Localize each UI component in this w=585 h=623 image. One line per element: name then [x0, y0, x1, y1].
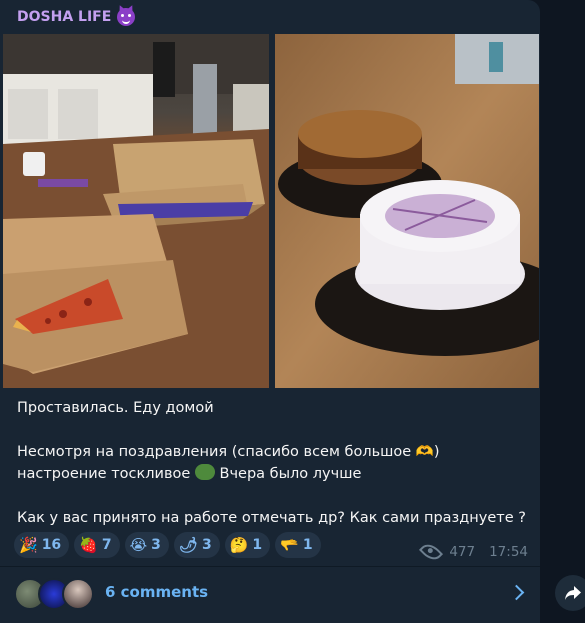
- strawberry-icon: 🍓: [79, 535, 98, 554]
- avatar: [62, 578, 94, 610]
- message-line: Вчера было лучше: [219, 466, 362, 482]
- message-line: Несмотря на поздравления (спасибо всем б…: [17, 444, 440, 460]
- reaction-thinking[interactable]: 🤔 1: [224, 532, 271, 558]
- comments-link[interactable]: 6 comments: [105, 583, 208, 601]
- commenter-avatars: [14, 578, 98, 610]
- message-line: настроение тоскливое: [17, 466, 191, 482]
- party-popper-icon: 🎉: [19, 535, 38, 554]
- cakes-photo-art: [275, 34, 539, 388]
- pizza-photo[interactable]: [3, 34, 269, 388]
- crying-face-icon: 😭: [129, 535, 148, 554]
- thinking-face-icon: 🤔: [229, 535, 249, 554]
- share-button[interactable]: [555, 575, 585, 611]
- chevron-right-icon: [508, 584, 525, 601]
- message-line: Проставилась. Еду домой: [17, 400, 214, 416]
- message-line: Как у вас принято на работе отмечать др?…: [17, 510, 526, 526]
- reaction-count: 3: [151, 537, 161, 553]
- reaction-count: 1: [252, 537, 263, 553]
- reaction-count: 1: [302, 537, 313, 553]
- reaction-hand[interactable]: 🫳 1: [275, 532, 321, 558]
- smiling-devil-icon: [117, 8, 136, 26]
- message-time: 17:54: [489, 544, 528, 560]
- message-bubble: DOSHA LIFE Проставилась. Еду домой Несмо…: [0, 0, 540, 623]
- comments-bar[interactable]: 6 comments: [0, 567, 540, 623]
- cakes-photo[interactable]: [275, 34, 539, 388]
- reaction-count: 7: [101, 537, 112, 553]
- frog-emoji-icon: [194, 464, 215, 480]
- channel-header[interactable]: DOSHA LIFE: [17, 8, 136, 26]
- reaction-pepper[interactable]: 🌶 3: [173, 532, 220, 558]
- view-count: 477: [449, 544, 476, 560]
- channel-name[interactable]: DOSHA LIFE: [17, 9, 111, 25]
- share-arrow-icon: [565, 586, 581, 600]
- hand-icon: 🫳: [280, 535, 299, 554]
- reaction-crying[interactable]: 😭 3: [124, 532, 169, 558]
- message-text: Проставилась. Еду домой Несмотря на позд…: [17, 397, 532, 529]
- pizza-photo-art: [3, 34, 269, 388]
- reaction-count: 16: [41, 537, 62, 553]
- reaction-party[interactable]: 🎉 16: [14, 532, 70, 558]
- message-meta: 477 17:54: [419, 539, 528, 565]
- reactions-bar: 🎉 16 🍓 7 😭 3 🌶 3 🤔 1 🫳 1: [14, 532, 321, 558]
- reaction-strawberry[interactable]: 🍓 7: [74, 532, 120, 558]
- hot-pepper-icon: 🌶: [178, 535, 198, 554]
- reaction-count: 3: [201, 537, 212, 553]
- eye-icon: [419, 539, 444, 565]
